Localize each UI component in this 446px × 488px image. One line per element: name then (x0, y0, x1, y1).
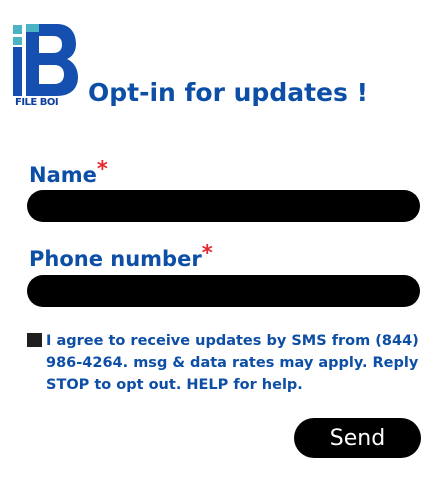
required-asterisk: * (96, 157, 108, 181)
logo-mark (13, 24, 78, 96)
consent-text: I agree to receive updates by SMS from (… (46, 333, 419, 393)
phone-field[interactable] (27, 275, 420, 307)
name-label-text: Name (29, 163, 97, 187)
phone-label-text: Phone number (29, 247, 202, 271)
phone-label: Phone number* (29, 241, 213, 271)
name-field[interactable] (27, 190, 420, 222)
logo-wordmark: FILE BOI (15, 97, 59, 108)
page-title: Opt-in for updates ! (88, 78, 368, 107)
send-button[interactable]: Send (294, 418, 421, 458)
name-label: Name* (29, 157, 108, 187)
required-asterisk: * (201, 241, 213, 265)
consent-checkbox[interactable] (27, 333, 42, 347)
